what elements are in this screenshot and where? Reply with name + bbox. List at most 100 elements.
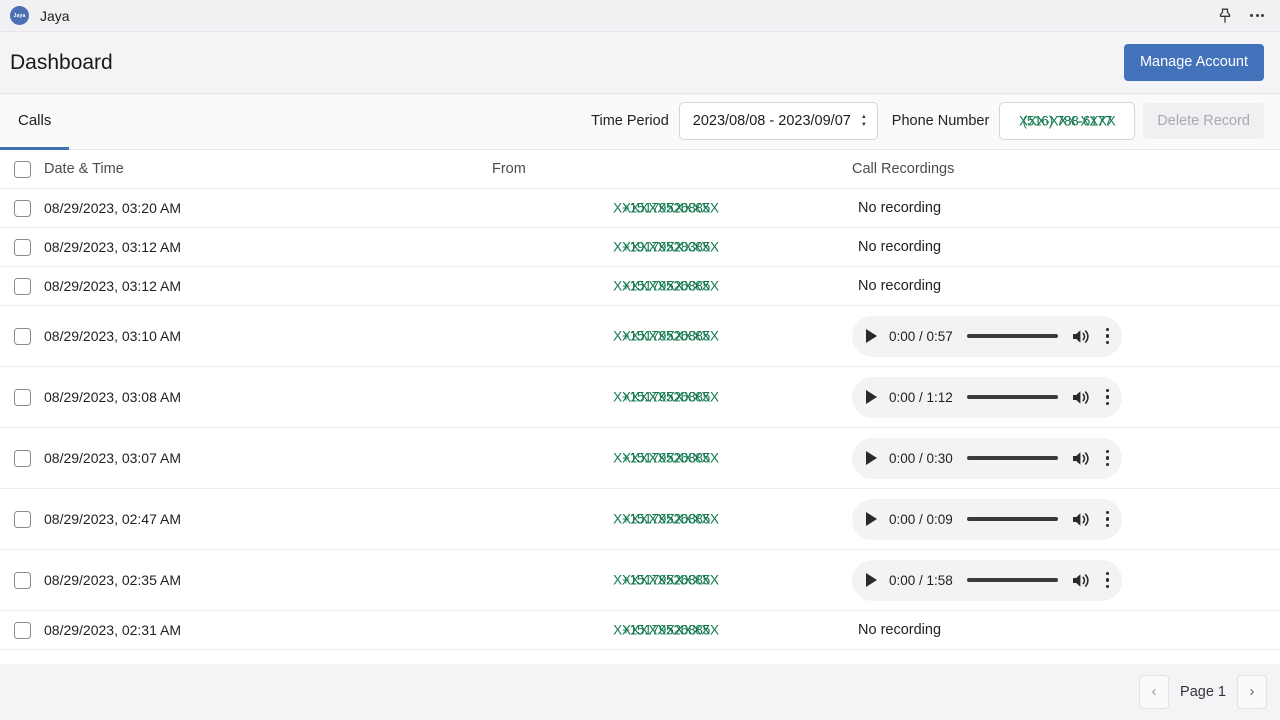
table-row[interactable]: 08/29/2023, 03:10 AMXXXXXXXXXXXX+1517952…	[0, 306, 1280, 367]
from-mask: XXXXXXXXXXXX	[613, 389, 719, 404]
row-checkbox[interactable]	[14, 328, 31, 345]
tab-calls[interactable]: Calls	[0, 94, 69, 150]
from-mask: XXXXXXXXXXXX	[613, 511, 719, 526]
recording-cell: 0:00 / 1:58	[852, 560, 1280, 601]
phone-number-label: Phone Number	[892, 113, 990, 129]
from-mask: XXXXXXXXXXXX	[613, 200, 719, 215]
more-vertical-icon[interactable]	[1104, 570, 1111, 590]
more-vertical-icon[interactable]	[1104, 448, 1111, 468]
page-label: Page 1	[1180, 684, 1226, 700]
recording-cell: No recording	[852, 200, 1280, 216]
select-all-cell	[0, 161, 44, 178]
from-mask: XXXXXXXXXXXX	[613, 622, 719, 637]
from-redacted-value: XXXXXXXXXXXX+15179526885XXXXXXXXXXXX	[613, 200, 719, 215]
cell-from: XXXXXXXXXXXX+15179526885XXXXXXXXXXXX	[480, 277, 852, 295]
cell-datetime: 08/29/2023, 03:08 AM	[44, 389, 480, 405]
table-row[interactable]: 08/29/2023, 02:31 AM XXXXXXXXXXXX+1517952…	[0, 611, 1280, 650]
pin-icon[interactable]	[1212, 3, 1238, 29]
more-horizontal-icon[interactable]	[1244, 3, 1270, 29]
cell-datetime: 08/29/2023, 03:07 AM	[44, 450, 480, 466]
row-checkbox[interactable]	[14, 389, 31, 406]
from-mask: XXXXXXXXXXXX	[613, 239, 719, 254]
app-name-label: Jaya	[40, 8, 70, 24]
recording-cell: 0:00 / 0:09	[852, 499, 1280, 540]
table-row[interactable]: 08/29/2023, 02:47 AMXXXXXXXXXXXX+1517952…	[0, 489, 1280, 550]
volume-icon[interactable]	[1072, 389, 1091, 406]
table-row[interactable]: 08/29/2023, 03:07 AMXXXXXXXXXXXX+1517952…	[0, 428, 1280, 489]
table-row[interactable]: 08/29/2023, 03:08 AMXXXXXXXXXXXX+1517952…	[0, 367, 1280, 428]
column-header-call-recordings: Call Recordings	[852, 161, 1280, 177]
cell-datetime: 08/29/2023, 03:12 AM	[44, 239, 480, 255]
more-vertical-icon[interactable]	[1104, 387, 1111, 407]
cell-from: XXXXXXXXXXXX+15179526885XXXXXXXXXXXX	[480, 449, 852, 467]
toolbar-filters: Time Period 2023/08/08 - 2023/09/07 ▲▼ P…	[591, 102, 1264, 149]
audio-time: 0:00 / 1:12	[889, 390, 953, 405]
recording-cell: 0:00 / 0:57	[852, 316, 1280, 357]
audio-player[interactable]: 0:00 / 1:12	[852, 377, 1122, 418]
phone-number-input[interactable]: XXX-XXX-XXXX (516) 788-6177 XXX-XXX-XXXX	[999, 102, 1135, 140]
audio-progress-bar[interactable]	[967, 395, 1058, 399]
table-row[interactable]: 08/29/2023, 03:12 AM XXXXXXXXXXXX+1917952…	[0, 228, 1280, 267]
row-checkbox[interactable]	[14, 200, 31, 217]
page-header: Dashboard Manage Account	[0, 32, 1280, 94]
row-checkbox[interactable]	[14, 511, 31, 528]
no-recording-label: No recording	[852, 239, 1280, 255]
cell-from: XXXXXXXXXXXX+15179526885XXXXXXXXXXXX	[480, 510, 852, 528]
audio-player[interactable]: 0:00 / 0:09	[852, 499, 1122, 540]
audio-progress-bar[interactable]	[967, 578, 1058, 582]
from-redacted-value: XXXXXXXXXXXX+19179528385XXXXXXXXXXXX	[613, 239, 719, 254]
from-mask: XXXXXXXXXXXX	[613, 278, 719, 293]
chevron-left-icon[interactable]: ‹	[1139, 675, 1169, 709]
table-row[interactable]: 08/29/2023, 03:12 AMXXXXXXXXXXXX+1517952…	[0, 267, 1280, 306]
volume-icon[interactable]	[1072, 572, 1091, 589]
table-row[interactable]: 08/29/2023, 02:35 AMXXXXXXXXXXXX+1517952…	[0, 550, 1280, 611]
audio-progress-bar[interactable]	[967, 456, 1058, 460]
from-redacted-value: XXXXXXXXXXXX+15179526885XXXXXXXXXXXX	[613, 622, 719, 637]
more-vertical-icon[interactable]	[1104, 326, 1111, 346]
manage-account-button[interactable]: Manage Account	[1124, 44, 1264, 81]
play-icon[interactable]	[866, 512, 877, 526]
play-icon[interactable]	[866, 451, 877, 465]
volume-icon[interactable]	[1072, 511, 1091, 528]
table-row[interactable]: 08/29/2023, 03:20 AM XXXXXXXXXXXX+1517952…	[0, 189, 1280, 228]
no-recording-label: No recording	[852, 622, 1280, 638]
audio-progress-bar[interactable]	[967, 334, 1058, 338]
audio-progress-bar[interactable]	[967, 517, 1058, 521]
play-icon[interactable]	[866, 390, 877, 404]
cell-from: XXXXXXXXXXXX+15179526885XXXXXXXXXXXX	[480, 621, 852, 639]
audio-time: 0:00 / 0:30	[889, 451, 953, 466]
audio-time: 0:00 / 0:09	[889, 512, 953, 527]
time-period-select[interactable]: 2023/08/08 - 2023/09/07 ▲▼	[679, 102, 878, 140]
delete-record-button[interactable]: Delete Record	[1143, 103, 1264, 140]
audio-player[interactable]: 0:00 / 0:57	[852, 316, 1122, 357]
audio-player[interactable]: 0:00 / 1:58	[852, 560, 1122, 601]
no-recording-label: No recording	[852, 200, 1280, 216]
audio-player[interactable]: 0:00 / 0:30	[852, 438, 1122, 479]
table-body: 08/29/2023, 03:20 AM XXXXXXXXXXXX+1517952…	[0, 189, 1280, 650]
app-bar: Jaya Jaya	[0, 0, 1280, 32]
volume-icon[interactable]	[1072, 328, 1091, 345]
more-vertical-icon[interactable]	[1104, 509, 1111, 529]
row-checkbox[interactable]	[14, 622, 31, 639]
volume-icon[interactable]	[1072, 450, 1091, 467]
cell-datetime: 08/29/2023, 02:31 AM	[44, 622, 480, 638]
recording-cell: 0:00 / 0:30	[852, 438, 1280, 479]
row-select-cell	[0, 622, 44, 639]
play-icon[interactable]	[866, 329, 877, 343]
cell-datetime: 08/29/2023, 03:20 AM	[44, 200, 480, 216]
time-period-value: 2023/08/08 - 2023/09/07	[693, 113, 851, 129]
recording-cell: 0:00 / 1:12	[852, 377, 1280, 418]
row-checkbox[interactable]	[14, 239, 31, 256]
cell-datetime: 08/29/2023, 02:35 AM	[44, 572, 480, 588]
row-checkbox[interactable]	[14, 278, 31, 295]
recording-cell: No recording	[852, 278, 1280, 294]
cell-from: XXXXXXXXXXXX+15179526885XXXXXXXXXXXX	[480, 388, 852, 406]
row-select-cell	[0, 450, 44, 467]
play-icon[interactable]	[866, 573, 877, 587]
select-all-checkbox[interactable]	[14, 161, 31, 178]
chevron-right-icon[interactable]: ›	[1237, 675, 1267, 709]
row-checkbox[interactable]	[14, 572, 31, 589]
row-checkbox[interactable]	[14, 450, 31, 467]
column-header-from: From	[480, 161, 852, 177]
recording-cell: No recording	[852, 622, 1280, 638]
